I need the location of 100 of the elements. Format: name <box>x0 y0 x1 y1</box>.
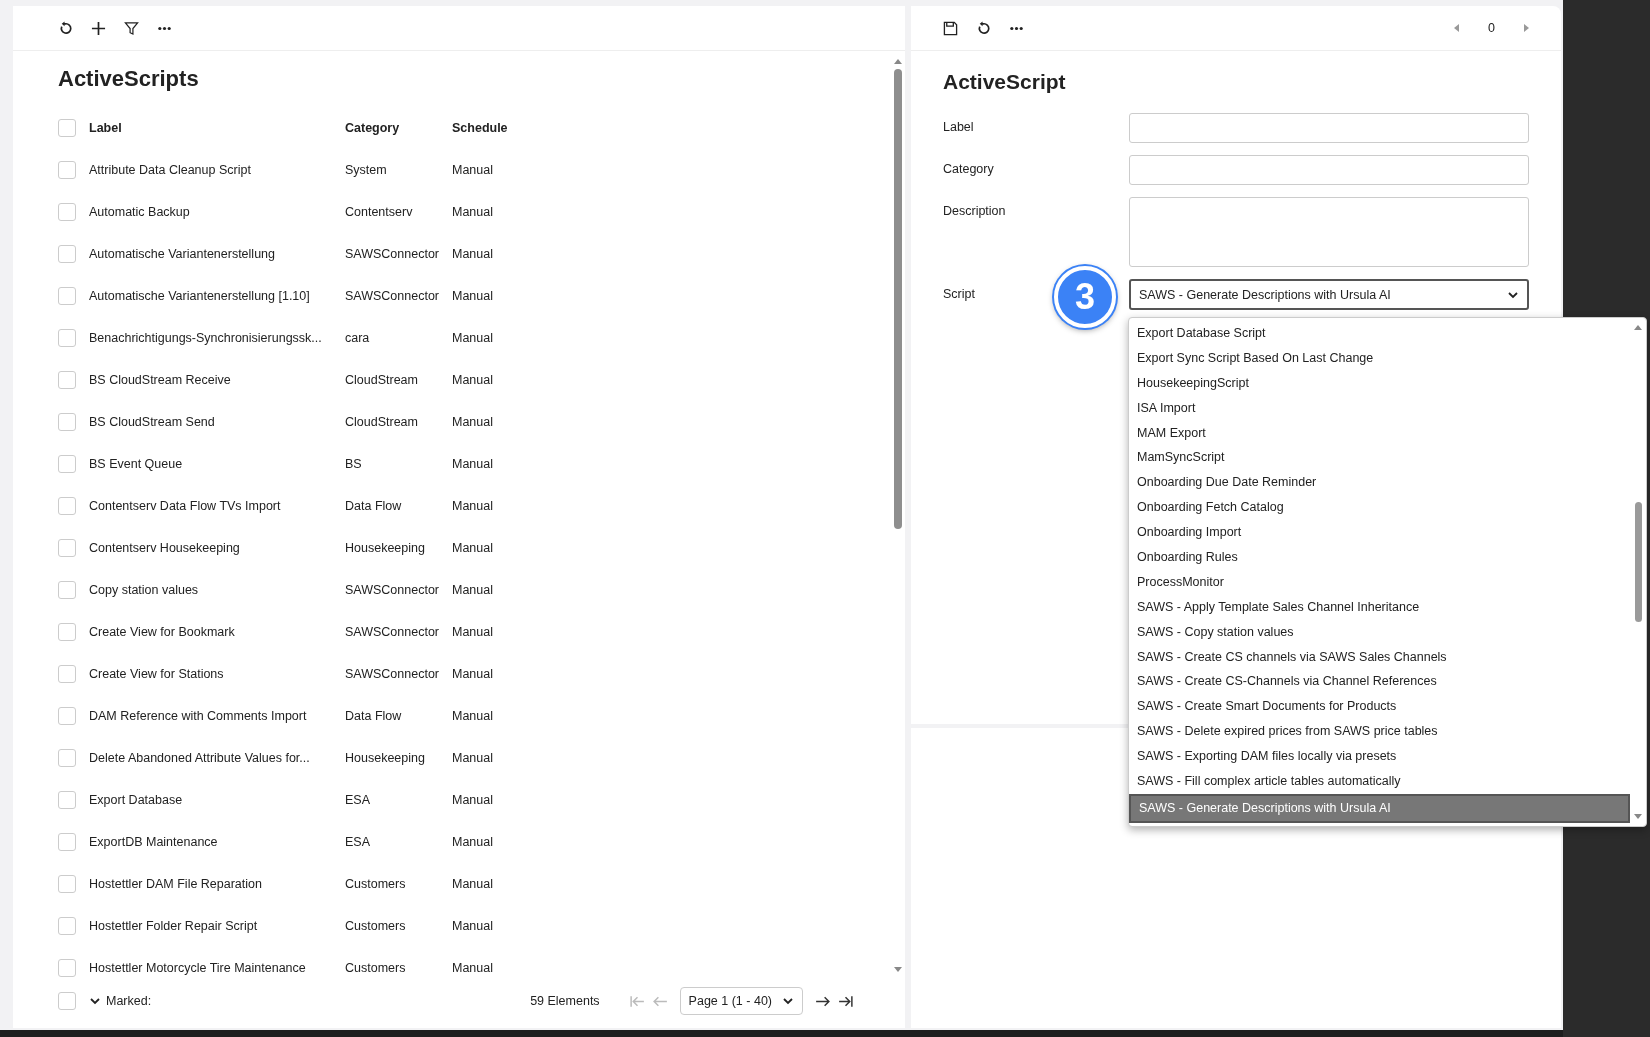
row-checkbox[interactable] <box>58 833 76 851</box>
dropdown-option[interactable]: Onboarding Fetch Catalog <box>1129 495 1630 521</box>
scrollbar-thumb[interactable] <box>894 69 902 529</box>
dropdown-option[interactable]: MamSyncScript <box>1129 445 1630 471</box>
column-header[interactable]: Schedule <box>452 121 532 135</box>
table-cell-text: Copy station values <box>89 583 200 597</box>
table-cell-text: Customers <box>345 961 407 975</box>
filter-icon[interactable] <box>124 20 139 36</box>
script-select[interactable]: SAWS - Generate Descriptions with Ursula AI <box>1129 279 1529 310</box>
row-checkbox[interactable] <box>58 203 76 221</box>
field-label: Category <box>943 161 995 176</box>
table-cell-text: Hostettler Motorcycle Tire Maintenance <box>89 961 307 975</box>
scrollbar-thumb[interactable] <box>1634 501 1642 622</box>
table-cell-text: Benachrichtigungs-Synchronisierungssk... <box>89 331 323 345</box>
table-cell-text: SAWSConnector <box>345 247 441 261</box>
table-cell-text: Manual <box>452 961 494 975</box>
dropdown-option[interactable]: ProcessMonitor <box>1129 569 1630 595</box>
dropdown-option[interactable]: ISA Import <box>1129 395 1630 421</box>
row-checkbox[interactable] <box>58 665 76 683</box>
row-checkbox[interactable] <box>58 581 76 599</box>
table-cell-text: SAWSConnector <box>345 289 441 303</box>
table-cell-text: Customers <box>345 877 407 891</box>
table-cell-text: Automatische Variantenerstellung <box>89 247 276 261</box>
table-cell-text: BS Event Queue <box>89 457 184 471</box>
table-cell-text: Manual <box>452 835 494 849</box>
next-icon[interactable] <box>1523 23 1531 33</box>
dropdown-option[interactable]: Onboarding Import <box>1129 520 1630 545</box>
table-cell-text: BS CloudStream Send <box>89 415 216 429</box>
table-cell-text: Housekeeping <box>345 541 426 555</box>
table-cell-text: Manual <box>452 205 494 219</box>
row-checkbox[interactable] <box>58 497 76 515</box>
row-checkbox[interactable] <box>58 959 76 977</box>
table-cell-text: SAWSConnector <box>345 625 441 639</box>
table-cell-text: ExportDB Maintenance <box>89 835 219 849</box>
dropdown-option[interactable]: SAWS - Fill complex article tables automatically <box>1129 769 1630 794</box>
row-checkbox[interactable] <box>58 539 76 557</box>
row-checkbox[interactable] <box>58 329 76 347</box>
table-cell-text: ESA <box>345 793 371 807</box>
row-checkbox[interactable] <box>58 749 76 767</box>
dropdown-option[interactable]: SAWS - Copy station values <box>1129 619 1630 645</box>
row-checkbox[interactable] <box>58 791 76 809</box>
marked-toggle[interactable]: Marked: <box>89 994 152 1008</box>
dropdown-option[interactable]: Onboarding Due Date Reminder <box>1129 470 1630 496</box>
dropdown-option[interactable]: MAM Export <box>1129 420 1630 446</box>
add-icon[interactable] <box>91 20 106 36</box>
row-checkbox[interactable] <box>58 371 76 389</box>
scroll-down-icon[interactable] <box>1633 812 1643 821</box>
text-field[interactable] <box>1129 113 1529 143</box>
scroll-down-icon[interactable] <box>893 966 903 974</box>
dropdown-option[interactable]: SAWS - Create CS-Channels via Channel References <box>1129 669 1630 695</box>
dropdown-option[interactable]: Export Database Script <box>1129 321 1630 346</box>
text-field[interactable] <box>1129 155 1529 185</box>
table-cell-text: BS <box>345 457 363 471</box>
dropdown-option[interactable]: HousekeepingScript <box>1129 370 1630 396</box>
dropdown-option[interactable]: Onboarding Rules <box>1129 545 1630 570</box>
field-label: Description <box>943 203 1007 218</box>
row-checkbox[interactable] <box>58 917 76 935</box>
table-cell-text: Housekeeping <box>345 751 426 765</box>
caret-icon <box>782 995 794 1007</box>
column-header[interactable]: Label <box>89 121 345 135</box>
table-cell-text: ESA <box>345 835 371 849</box>
dropdown-option[interactable]: Export Sync Script Based On Last Change <box>1129 345 1630 371</box>
page-select[interactable]: Page 1 (1 - 40) <box>679 987 803 1015</box>
dropdown-option[interactable]: SAWS - Create Smart Documents for Products <box>1129 694 1630 720</box>
table-cell-text: Manual <box>452 331 494 345</box>
table-cell-text: SAWSConnector <box>345 667 441 681</box>
save-icon[interactable] <box>943 20 958 36</box>
table-cell-text: Manual <box>452 919 494 933</box>
table-cell-text: Export Database <box>89 793 184 807</box>
table-cell-text: Manual <box>452 373 494 387</box>
previous-icon[interactable] <box>1452 23 1461 33</box>
row-checkbox[interactable] <box>58 455 76 473</box>
row-checkbox[interactable] <box>58 245 76 263</box>
refresh-icon[interactable] <box>58 20 73 36</box>
dropdown-option[interactable]: SAWS - Apply Template Sales Channel Inheritance <box>1129 594 1630 620</box>
select-all-checkbox[interactable] <box>58 119 76 137</box>
table-cell-text: Manual <box>452 793 494 807</box>
row-checkbox[interactable] <box>58 623 76 641</box>
row-checkbox[interactable] <box>58 161 76 179</box>
dropdown-option[interactable]: SAWS - Exporting DAM files locally via presets <box>1129 744 1630 770</box>
table-cell-text: Manual <box>452 415 494 429</box>
dropdown-option[interactable]: SAWS - Create CS channels via SAWS Sales Channels <box>1129 644 1630 670</box>
refresh-icon[interactable] <box>976 20 991 36</box>
column-header[interactable]: Category <box>345 121 452 135</box>
table-cell-text: SAWSConnector <box>345 583 441 597</box>
table-cell-text: Manual <box>452 625 494 639</box>
row-checkbox[interactable] <box>58 875 76 893</box>
scroll-up-icon[interactable] <box>1633 323 1643 331</box>
table-cell-text: Automatic Backup <box>89 205 191 219</box>
footer-checkbox[interactable] <box>58 992 76 1010</box>
row-checkbox[interactable] <box>58 287 76 305</box>
record-counter: 0 <box>1488 21 1495 35</box>
dropdown-option[interactable]: SAWS - Delete expired prices from SAWS price tables <box>1129 719 1630 745</box>
table-cell-text: Manual <box>452 877 494 891</box>
text-area[interactable] <box>1129 197 1529 267</box>
row-checkbox[interactable] <box>58 413 76 431</box>
dropdown-option[interactable]: SAWS - Generate Descriptions with Ursula AI <box>1129 793 1630 823</box>
row-checkbox[interactable] <box>58 707 76 725</box>
scroll-up-icon[interactable] <box>893 57 903 65</box>
table-cell-text: DAM Reference with Comments Import <box>89 709 308 723</box>
